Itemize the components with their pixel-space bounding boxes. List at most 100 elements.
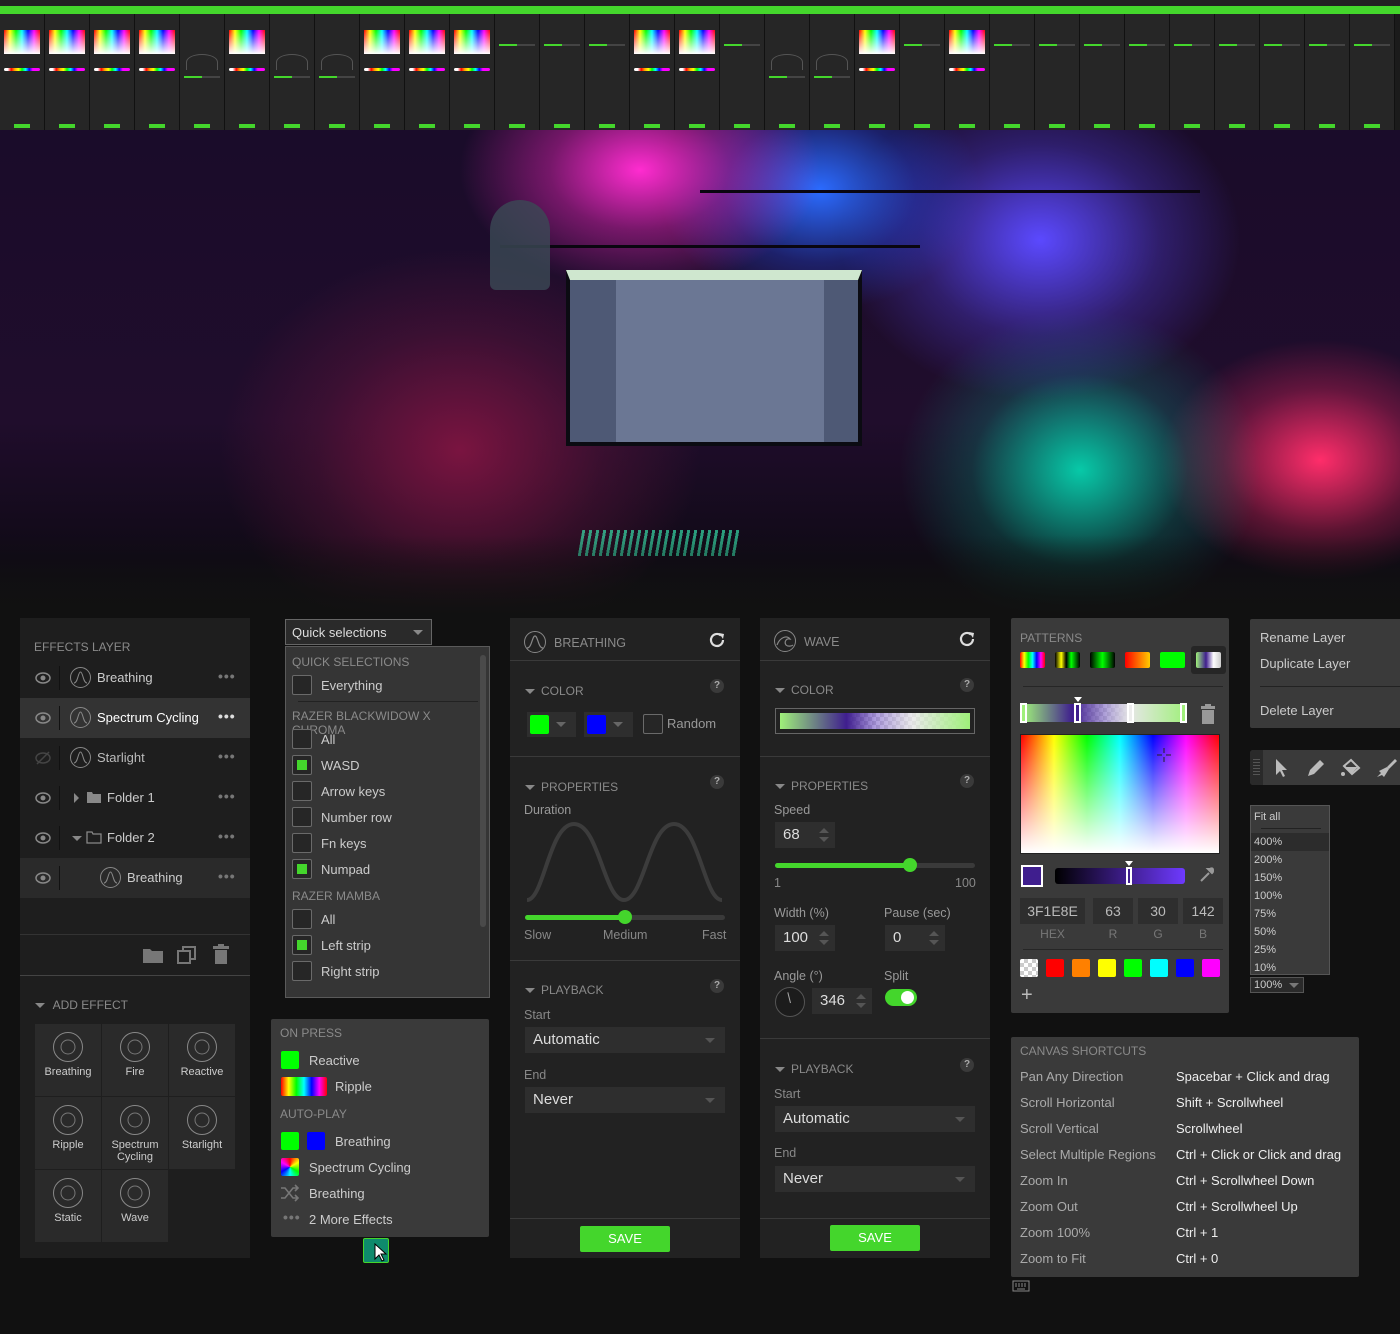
spinner-icon[interactable] (929, 931, 939, 945)
duplicate-icon[interactable] (177, 945, 197, 965)
new-folder-icon[interactable] (142, 946, 164, 964)
fill-bucket-icon[interactable] (1340, 758, 1362, 778)
more-options-icon[interactable]: ••• (218, 828, 236, 844)
layer-row[interactable]: Spectrum Cycling ••• (20, 698, 250, 738)
eyedropper-icon[interactable] (1199, 867, 1215, 883)
slider-handle[interactable] (903, 858, 918, 872)
more-options-icon[interactable]: ••• (218, 868, 236, 884)
slider-handle[interactable] (618, 910, 632, 924)
color-section-header[interactable]: COLOR (775, 682, 834, 697)
help-icon[interactable]: ? (960, 1058, 974, 1072)
hex-input[interactable]: 3F1E8E (1020, 898, 1085, 924)
add-swatch-button[interactable]: + (1021, 985, 1033, 1005)
spinner-icon[interactable] (856, 994, 866, 1008)
brightness-slider[interactable] (1055, 861, 1185, 885)
selection-checkbox[interactable] (292, 807, 312, 827)
duplicate-layer-item[interactable]: Duplicate Layer (1260, 656, 1350, 671)
b-input[interactable]: 142 (1183, 898, 1223, 924)
selection-checkbox[interactable] (292, 859, 312, 879)
color-swatch[interactable] (1202, 959, 1220, 977)
layer-row[interactable]: Folder 1 ••• (20, 778, 250, 818)
pattern-green-black[interactable] (1090, 652, 1115, 668)
gradient-stop[interactable] (1180, 703, 1187, 723)
color-spectrum-area[interactable] (1020, 734, 1220, 854)
brush-icon[interactable] (1375, 757, 1397, 779)
add-effect-tile[interactable]: Ripple (35, 1097, 101, 1169)
zoom-option[interactable]: 150% (1251, 869, 1329, 887)
add-effect-tile[interactable]: Reactive (169, 1024, 235, 1096)
end-dropdown[interactable]: Never (525, 1087, 725, 1113)
eye-icon[interactable] (35, 791, 51, 805)
zoom-option[interactable]: 200% (1251, 851, 1329, 869)
start-dropdown[interactable]: Automatic (775, 1106, 975, 1132)
selection-checkbox[interactable] (292, 961, 312, 981)
random-checkbox[interactable] (643, 714, 663, 734)
keyboard-icon[interactable] (1012, 1279, 1030, 1295)
pattern-rainbow[interactable] (1020, 652, 1045, 668)
color-swatch[interactable] (1124, 959, 1142, 977)
properties-section-header[interactable]: PROPERTIES (525, 779, 618, 794)
help-icon[interactable]: ? (710, 679, 724, 693)
end-dropdown[interactable]: Never (775, 1166, 975, 1192)
angle-input[interactable]: 346 (812, 988, 872, 1014)
properties-section-header[interactable]: PROPERTIES (775, 778, 868, 793)
layer-row[interactable]: Folder 2 ••• (20, 818, 250, 858)
color2-picker[interactable] (584, 712, 633, 737)
delete-stop-icon[interactable] (1201, 704, 1215, 724)
save-button[interactable]: SAVE (580, 1226, 670, 1252)
more-options-icon[interactable]: ••• (218, 668, 236, 684)
eye-icon[interactable] (35, 871, 51, 885)
duration-slider[interactable] (525, 910, 725, 924)
speed-input[interactable]: 68 (775, 822, 835, 848)
width-input[interactable]: 100 (775, 925, 835, 951)
more-options-icon[interactable]: ••• (218, 748, 236, 764)
more-options-icon[interactable]: ••• (218, 708, 236, 724)
selection-checkbox[interactable] (292, 755, 312, 775)
spinner-icon[interactable] (819, 828, 829, 842)
caret-down-icon[interactable] (72, 836, 82, 841)
playback-section-header[interactable]: PLAYBACK (525, 982, 603, 997)
add-effect-tile[interactable]: Fire (102, 1024, 168, 1096)
split-toggle[interactable] (885, 989, 917, 1006)
color-section-header[interactable]: COLOR (525, 683, 584, 698)
eye-hidden-icon[interactable] (35, 751, 51, 765)
r-input[interactable]: 63 (1093, 898, 1133, 924)
zoom-dropdown[interactable]: 100% (1250, 977, 1304, 993)
gradient-editor-bar[interactable] (1020, 697, 1187, 723)
layer-row[interactable]: Starlight ••• (20, 738, 250, 778)
delete-icon[interactable] (213, 944, 229, 964)
zoom-option[interactable]: 100% (1251, 887, 1329, 905)
selection-checkbox[interactable] (292, 935, 312, 955)
zoom-option[interactable]: 25% (1251, 941, 1329, 959)
selected-key[interactable] (363, 1238, 389, 1263)
delete-layer-item[interactable]: Delete Layer (1260, 703, 1334, 718)
quick-selections-dropdown[interactable]: Quick selections (285, 619, 432, 645)
selection-checkbox[interactable] (292, 781, 312, 801)
add-effect-header[interactable]: ADD EFFECT (35, 997, 128, 1012)
add-effect-tile[interactable]: Breathing (35, 1024, 101, 1096)
color-swatch[interactable] (1046, 959, 1064, 977)
brightness-handle[interactable] (1126, 867, 1132, 885)
add-effect-tile[interactable]: Spectrum Cycling (102, 1097, 168, 1169)
eye-icon[interactable] (35, 711, 51, 725)
angle-dial[interactable] (775, 987, 805, 1017)
pause-input[interactable]: 0 (885, 925, 945, 951)
help-icon[interactable]: ? (960, 678, 974, 692)
gradient-stop[interactable] (1020, 703, 1027, 723)
eye-icon[interactable] (35, 831, 51, 845)
rename-layer-item[interactable]: Rename Layer (1260, 630, 1345, 645)
zoom-option[interactable]: 75% (1251, 905, 1329, 923)
color-swatch[interactable] (1176, 959, 1194, 977)
gradient-stop[interactable] (1127, 703, 1134, 723)
help-icon[interactable]: ? (710, 775, 724, 789)
reset-icon[interactable] (708, 631, 726, 649)
add-effect-tile[interactable]: Wave (102, 1170, 168, 1242)
wave-gradient-bar[interactable] (775, 708, 975, 734)
pattern-red-orange[interactable] (1125, 652, 1150, 668)
pattern-selected[interactable] (1191, 646, 1226, 674)
add-effect-tile[interactable]: Starlight (169, 1097, 235, 1169)
reset-icon[interactable] (958, 630, 976, 648)
save-button[interactable]: SAVE (830, 1225, 920, 1251)
spinner-icon[interactable] (819, 931, 829, 945)
select-icon[interactable] (1274, 758, 1288, 778)
